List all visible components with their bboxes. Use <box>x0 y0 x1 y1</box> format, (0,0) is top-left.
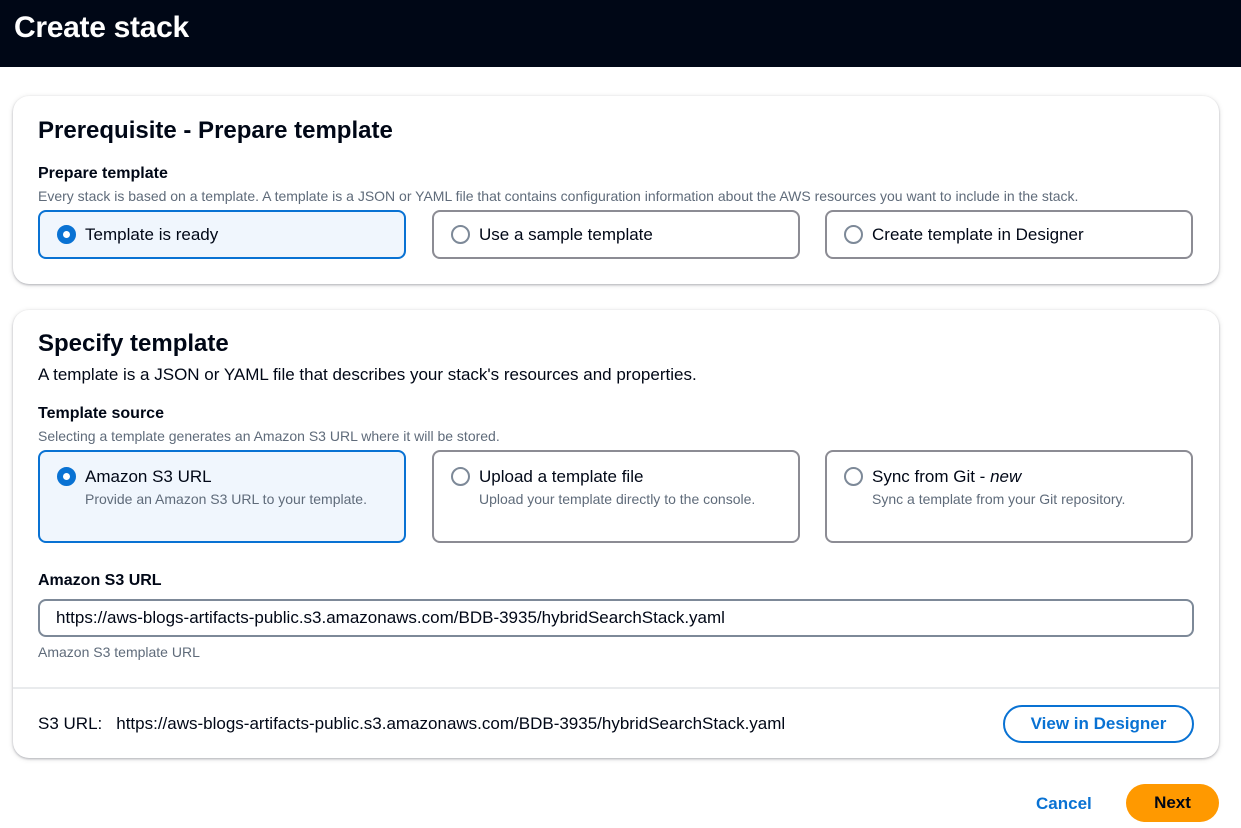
option-label: Template is ready <box>85 225 219 244</box>
template-source-label: Template source <box>38 405 164 422</box>
prepare-template-label: Prepare template <box>38 165 168 182</box>
radio-unselected-icon[interactable] <box>451 467 470 486</box>
source-amazon-s3-url[interactable]: Amazon S3 URL Provide an Amazon S3 URL t… <box>38 450 406 543</box>
radio-unselected-icon[interactable] <box>844 225 863 244</box>
s3-url-hint: Amazon S3 template URL <box>38 644 200 660</box>
page-header: Create stack <box>0 0 1241 67</box>
source-title: Amazon S3 URL <box>85 467 212 486</box>
source-upload-file[interactable]: Upload a template file Upload your templ… <box>432 450 800 543</box>
cancel-button[interactable]: Cancel <box>1036 794 1092 814</box>
specify-template-heading: Specify template <box>38 330 229 357</box>
option-create-in-designer[interactable]: Create template in Designer <box>825 210 1193 259</box>
source-sync-from-git[interactable]: Sync from Git - new Sync a template from… <box>825 450 1193 543</box>
option-label: Use a sample template <box>479 225 653 244</box>
s3-url-value: https://aws-blogs-artifacts-public.s3.am… <box>116 714 786 733</box>
source-title: Sync from Git - new <box>872 467 1021 487</box>
radio-unselected-icon[interactable] <box>451 225 470 244</box>
option-sample-template[interactable]: Use a sample template <box>432 210 800 259</box>
specify-template-description: A template is a JSON or YAML file that d… <box>38 365 697 384</box>
radio-unselected-icon[interactable] <box>844 467 863 486</box>
s3-url-key: S3 URL: <box>38 714 103 733</box>
radio-selected-icon[interactable] <box>57 467 76 486</box>
view-in-designer-button[interactable]: View in Designer <box>1003 705 1194 743</box>
s3-url-input[interactable]: https://aws-blogs-artifacts-public.s3.am… <box>38 599 1194 637</box>
divider <box>13 687 1219 689</box>
specify-template-panel: Specify template A template is a JSON or… <box>13 310 1219 758</box>
next-button[interactable]: Next <box>1126 784 1219 822</box>
page-title: Create stack <box>14 11 189 44</box>
option-template-ready[interactable]: Template is ready <box>38 210 406 259</box>
option-label: Create template in Designer <box>872 225 1084 244</box>
prerequisite-panel: Prerequisite - Prepare template Prepare … <box>13 96 1219 284</box>
template-source-description: Selecting a template generates an Amazon… <box>38 428 500 444</box>
source-title: Upload a template file <box>479 467 644 486</box>
prerequisite-heading: Prerequisite - Prepare template <box>38 117 393 144</box>
source-title-main: Sync from Git - <box>872 467 991 486</box>
prepare-template-description: Every stack is based on a template. A te… <box>38 188 1079 204</box>
source-subtitle: Sync a template from your Git repository… <box>872 491 1126 507</box>
new-badge: new <box>990 467 1022 486</box>
source-subtitle: Provide an Amazon S3 URL to your templat… <box>85 491 367 507</box>
source-subtitle: Upload your template directly to the con… <box>479 491 756 507</box>
radio-selected-icon[interactable] <box>57 225 76 244</box>
s3-url-summary: S3 URL: https://aws-blogs-artifacts-publi… <box>38 714 785 734</box>
s3-url-label: Amazon S3 URL <box>38 572 162 589</box>
